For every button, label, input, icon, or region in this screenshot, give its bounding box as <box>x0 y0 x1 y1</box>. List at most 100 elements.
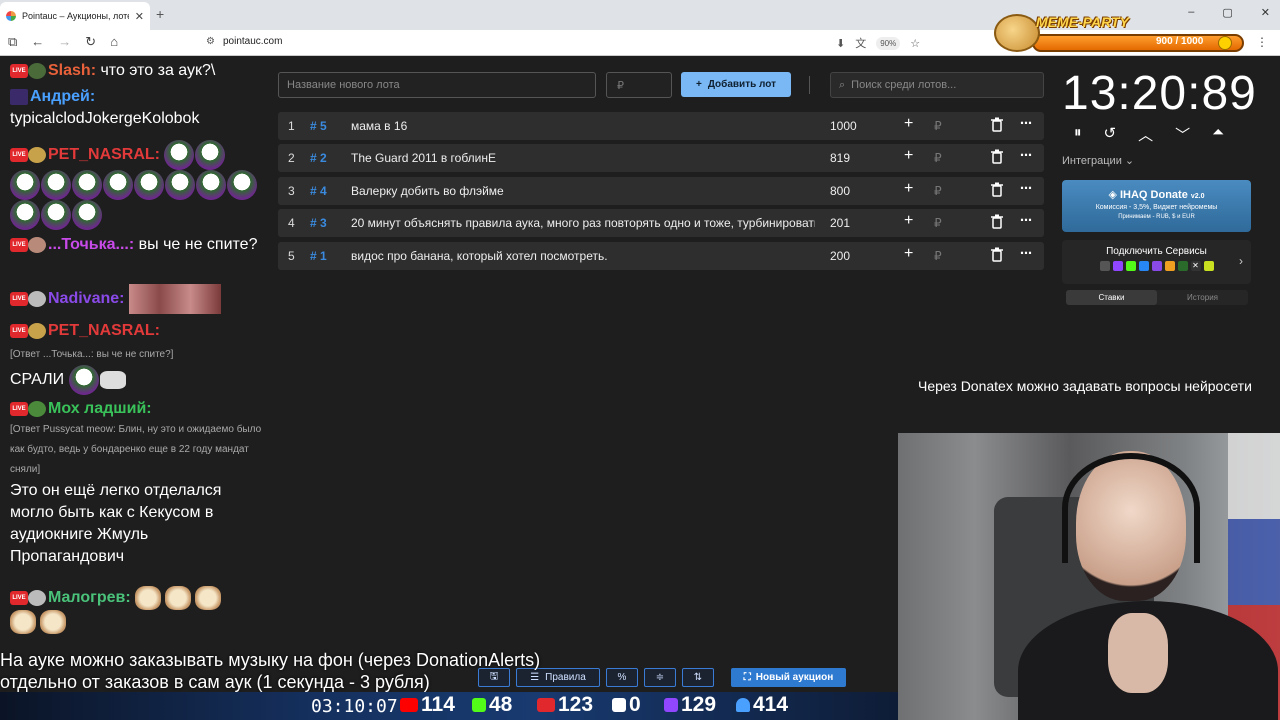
ruble-icon[interactable]: ₽ <box>934 249 942 263</box>
bookmark-star-icon[interactable]: ☆ <box>910 37 920 50</box>
ruble-icon[interactable]: ₽ <box>934 216 942 230</box>
more-options-icon[interactable]: ⋯ <box>1020 116 1032 130</box>
youtube-icon <box>400 698 418 712</box>
kick-stat: 48 <box>472 693 512 717</box>
ruble-icon[interactable]: ₽ <box>934 151 942 165</box>
close-window-button[interactable]: ✕ <box>1261 6 1270 19</box>
doge-icon <box>994 14 1040 52</box>
search-input[interactable]: ⌕ Поиск среди лотов... <box>830 72 1044 98</box>
pause-icon[interactable]: ⏸ <box>1074 124 1082 145</box>
music-overlay-line: отдельно от заказов в сам аук (1 секунда… <box>0 672 430 692</box>
lot-name[interactable]: The Guard 2011 в гоблинЕ <box>351 151 815 165</box>
lot-price-input[interactable]: ₽ <box>606 72 672 98</box>
sort-icon[interactable]: ⇅ <box>682 668 714 687</box>
auction-timer: 13:20:89 <box>1062 67 1257 120</box>
services-title: Подключить Сервисы <box>1106 246 1207 257</box>
double-chevron-up-icon[interactable]: ⏶ <box>1212 124 1224 145</box>
split-icon[interactable]: ≑ <box>644 668 676 687</box>
more-options-icon[interactable]: ⋯ <box>1020 213 1032 227</box>
lot-row[interactable]: 2 # 2 The Guard 2011 в гоблинЕ 819 + ₽ ⋯ <box>278 144 1044 173</box>
zoom-badge[interactable]: 90% <box>876 36 901 50</box>
chat-nick: PET_NASRAL: <box>48 322 161 339</box>
more-options-icon[interactable]: ⋯ <box>1020 246 1032 260</box>
add-bid-icon[interactable]: + <box>904 245 913 263</box>
tab-bets[interactable]: Ставки <box>1066 290 1157 305</box>
lot-name[interactable]: Валерку добить во флэйме <box>351 184 815 198</box>
lot-rank: 3 <box>288 183 295 198</box>
joker-emote-icon <box>68 365 99 395</box>
home-icon[interactable]: ⌂ <box>110 34 118 50</box>
lot-amount[interactable]: 819 <box>830 151 850 165</box>
chat-message: LIVE PET_NASRAL: <box>10 140 265 230</box>
trash-icon[interactable] <box>990 247 1004 262</box>
sidebar-toggle-icon[interactable]: ⧉ <box>8 34 17 50</box>
install-app-icon[interactable]: ⬇ <box>836 37 845 50</box>
browser-menu-icon[interactable]: ⋮ <box>1256 35 1268 49</box>
live-badge-icon: LIVE <box>10 292 28 306</box>
donate-title: IHAQ Donate <box>1119 189 1188 201</box>
browser-tab[interactable]: Pointauc – Аукционы, лотереи ✕ <box>0 2 150 30</box>
new-tab-button[interactable]: + <box>156 6 164 22</box>
tab-history[interactable]: История <box>1157 290 1248 305</box>
lot-amount[interactable]: 201 <box>830 216 850 230</box>
lot-name[interactable]: 20 минут объяснять правила аука, много р… <box>351 216 815 230</box>
chevron-up-icon[interactable]: ︿ <box>1138 124 1153 145</box>
chat-text: вы че не спите? <box>138 236 258 253</box>
trash-icon[interactable] <box>990 214 1004 229</box>
divider <box>809 76 810 94</box>
lot-name[interactable]: мама в 16 <box>351 119 815 133</box>
headset-shape <box>1062 453 1200 563</box>
connect-services-card[interactable]: Подключить Сервисы ✕ › <box>1062 240 1251 284</box>
ruble-icon[interactable]: ₽ <box>934 119 942 133</box>
more-options-icon[interactable]: ⋯ <box>1020 181 1032 195</box>
rutube-stat: 0 <box>612 693 641 717</box>
add-bid-icon[interactable]: + <box>904 212 913 230</box>
back-icon[interactable]: ← <box>31 34 44 50</box>
avatar <box>28 147 46 163</box>
chat-message: LIVE Slash: что это за аук?\ <box>10 60 265 82</box>
lot-name-input[interactable]: Название нового лота <box>278 72 596 98</box>
lot-row[interactable]: 1 # 5 мама в 16 1000 + ₽ ⋯ <box>278 112 1044 140</box>
forward-icon[interactable]: → <box>58 34 71 50</box>
trash-icon[interactable] <box>990 117 1004 132</box>
lot-row[interactable]: 4 # 3 20 минут объяснять правила аука, м… <box>278 209 1044 238</box>
add-lot-button[interactable]: + Добавить лот <box>681 72 791 97</box>
reset-icon[interactable]: ↺ <box>1104 124 1117 145</box>
trash-icon[interactable] <box>990 149 1004 165</box>
chevron-down-icon[interactable]: ﹀ <box>1175 124 1190 145</box>
add-bid-icon[interactable]: + <box>904 147 913 165</box>
lot-row[interactable]: 5 # 1 видос про банана, который хотел по… <box>278 241 1044 270</box>
add-bid-icon[interactable]: + <box>904 180 913 198</box>
url-field[interactable]: ⚙ pointauc.com <box>206 36 282 47</box>
chat-nick: Андрей: <box>30 88 96 105</box>
avatar <box>28 236 46 253</box>
reload-icon[interactable]: ↻ <box>85 34 96 50</box>
site-info-icon[interactable]: ⚙ <box>206 36 215 47</box>
youtube-stat: 114 <box>400 693 455 717</box>
meme-party-score: 900 / 1000 <box>1156 36 1204 47</box>
trash-icon[interactable] <box>990 182 1004 197</box>
lot-amount[interactable]: 1000 <box>830 119 857 133</box>
lot-row[interactable]: 3 # 4 Валерку добить во флэйме 800 + ₽ ⋯ <box>278 176 1044 205</box>
lot-amount[interactable]: 800 <box>830 184 850 198</box>
lot-name[interactable]: видос про банана, который хотел посмотре… <box>351 249 815 263</box>
ihaq-donate-card[interactable]: ◈ IHAQ Donate v2.0 Комиссия - 3,5%, Видж… <box>1062 180 1251 232</box>
new-auction-button[interactable]: ⛶ Новый аукцион <box>731 668 846 687</box>
more-options-icon[interactable]: ⋯ <box>1020 148 1032 162</box>
lot-amount[interactable]: 200 <box>830 249 850 263</box>
chat-nick: Nadivane: <box>48 290 125 308</box>
live-badge-icon: LIVE <box>10 148 28 162</box>
integrations-dropdown[interactable]: Интеграции ⌄ <box>1062 154 1134 167</box>
translate-icon[interactable]: 文 <box>855 35 866 51</box>
percent-button[interactable]: % <box>606 668 638 687</box>
chat-message: LIVE ...Точька...: вы че не спите? <box>10 234 265 256</box>
ruble-icon[interactable]: ₽ <box>934 184 942 198</box>
avatar <box>28 62 46 79</box>
lot-id: # 3 <box>310 216 327 231</box>
joker-emote-icon <box>103 170 133 200</box>
lot-id: # 1 <box>310 248 327 263</box>
joker-emote-icon <box>41 200 71 230</box>
close-tab-icon[interactable]: ✕ <box>135 10 144 23</box>
add-bid-icon[interactable]: + <box>904 115 913 133</box>
x-icon: ✕ <box>1190 261 1201 271</box>
